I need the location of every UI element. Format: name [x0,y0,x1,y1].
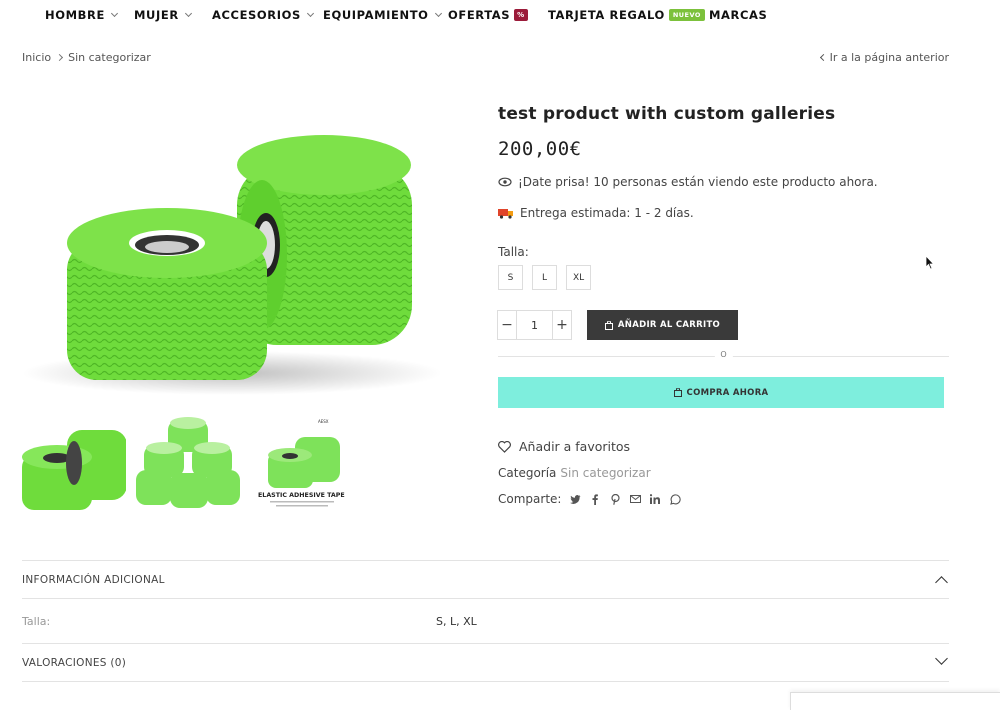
facebook-icon[interactable] [589,493,601,505]
category-line: Categoría Sin categorizar [498,466,651,480]
thumbnail-2[interactable] [136,415,240,515]
accordion-reviews-title[interactable]: VALORACIONES (0) [22,657,126,669]
size-option-xl[interactable]: XL [566,265,592,290]
heart-icon [498,440,511,453]
breadcrumb: Inicio Sin categorizar [22,51,151,64]
truck-icon [498,209,513,219]
buy-now-button[interactable]: COMPRA AHORA [498,377,944,408]
email-icon[interactable] [629,495,641,503]
breadcrumb-home[interactable]: Inicio [22,51,51,64]
increase-button[interactable]: + [553,311,571,339]
divider [22,681,949,682]
product-main-image[interactable] [22,105,472,405]
product-price: 200,00€ [498,138,582,160]
category-link[interactable]: Sin categorizar [560,466,650,480]
divider [22,598,949,599]
mouse-cursor-icon [925,255,935,270]
pinterest-icon[interactable] [609,493,621,505]
accordion-info-title[interactable]: INFORMACIÓN ADICIONAL [22,574,165,586]
whatsapp-icon[interactable] [669,493,681,505]
bag-icon [604,320,613,330]
chevron-down-icon [306,9,314,18]
thumbnail-1[interactable] [22,415,126,515]
attr-talla-value: S, L, XL [436,615,477,628]
nav-item-mujer[interactable]: MUJER [134,8,192,22]
size-option-s[interactable]: S [498,265,523,290]
add-to-favorites[interactable]: Añadir a favoritos [498,439,630,454]
nav-item-accesorios[interactable]: ACCESORIOS [212,8,314,22]
size-option-l[interactable]: L [532,265,557,290]
quantity-input[interactable]: 1 [516,311,553,339]
size-label: Talla: [498,245,529,259]
size-selector: S L XL [498,265,592,290]
chevron-down-icon [110,9,118,18]
chevron-down-icon [434,9,442,18]
breadcrumb-category[interactable]: Sin categorizar [68,51,151,64]
nav-item-tarjeta-regalo[interactable]: TARJETA REGALO NUEVO [548,8,705,22]
back-link[interactable]: Ir a la página anterior [819,51,949,64]
chevron-right-icon [56,53,64,62]
nav-item-hombre[interactable]: HOMBRE [45,8,118,22]
svg-text:AESX: AESX [318,419,329,424]
attr-talla-label: Talla: [22,615,51,628]
twitter-icon[interactable] [569,494,581,504]
nav-item-equipamiento[interactable]: EQUIPAMIENTO [323,8,442,22]
chat-widget-edge[interactable] [790,692,1000,710]
eye-icon [498,177,512,187]
chevron-down-icon [184,9,192,18]
decrease-button[interactable]: − [498,311,516,339]
thumbnail-3[interactable]: AESX ELASTIC ADHESIVE TAPE [250,415,354,515]
main-nav: HOMBRE MUJER ACCESORIOS EQUIPAMIENTO OFE… [0,0,1000,30]
chevron-left-icon [819,53,827,62]
product-title: test product with custom galleries [498,104,836,124]
delivery-estimate: Entrega estimada: 1 - 2 días. [498,206,694,220]
thumbnail-gallery: AESX ELASTIC ADHESIVE TAPE [22,415,354,515]
nav-item-marcas[interactable]: MARCAS [709,8,767,22]
share-row: Comparte: [498,492,681,506]
bag-icon [673,388,682,397]
divider [22,560,949,561]
or-divider: O [498,350,949,359]
chevron-up-icon[interactable] [935,576,948,589]
add-to-cart-button[interactable]: AÑADIR AL CARRITO [587,310,738,340]
viewers-notice: ¡Date prisa! 10 personas están viendo es… [498,175,878,189]
new-badge: NUEVO [668,9,705,21]
discount-badge: % [514,9,528,21]
quantity-stepper: − 1 + [497,310,572,340]
linkedin-icon[interactable] [649,494,661,504]
thumbnail-caption: ELASTIC ADHESIVE TAPE [258,492,345,499]
divider [22,643,949,644]
chevron-down-icon[interactable] [935,652,948,665]
nav-item-ofertas[interactable]: OFERTAS% [448,8,528,22]
